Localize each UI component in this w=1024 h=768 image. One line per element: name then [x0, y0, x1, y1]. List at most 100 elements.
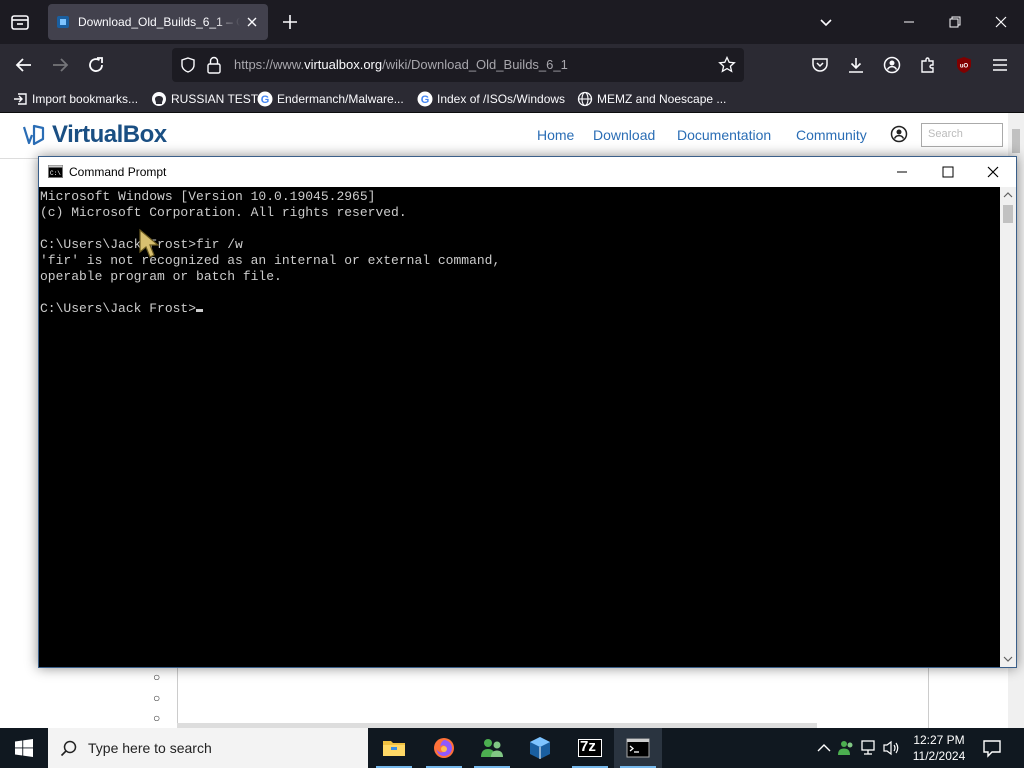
browser-tab-bar: Download_Old_Builds_6_1 – Oracle VM Virt…: [0, 0, 1024, 44]
close-tab-icon[interactable]: [244, 14, 260, 30]
notification-icon[interactable]: [980, 736, 1004, 760]
console-prompt-line: C:\Users\Jack Frost>: [40, 301, 204, 317]
bookmark-memz[interactable]: MEMZ and Noescape ...: [577, 90, 726, 108]
scroll-down-icon[interactable]: [1003, 655, 1013, 663]
ublock-origin-icon: uO: [957, 57, 971, 73]
shield-icon[interactable]: [180, 57, 196, 73]
restore-button[interactable]: [932, 0, 978, 44]
clock-time: 12:27 PM: [913, 733, 965, 747]
taskbar-app-virtualbox[interactable]: [516, 728, 564, 768]
cmd-icon: [626, 738, 650, 758]
clock-date: 11/2/2024: [912, 749, 966, 763]
import-icon: [14, 93, 27, 105]
pocket-button[interactable]: [808, 53, 832, 77]
start-button[interactable]: [0, 728, 48, 768]
nav-home[interactable]: Home: [537, 127, 574, 143]
list-all-tabs-icon[interactable]: [816, 12, 836, 32]
network-button[interactable]: [860, 738, 880, 758]
scroll-up-icon[interactable]: [1003, 191, 1013, 199]
github-icon: [152, 92, 166, 106]
forward-button[interactable]: [48, 53, 72, 77]
extensions-button[interactable]: [916, 53, 940, 77]
taskbar-app-firefox[interactable]: [420, 728, 468, 768]
volume-button[interactable]: [882, 738, 902, 758]
back-button[interactable]: [12, 53, 36, 77]
network-icon: [861, 740, 875, 755]
account-button[interactable]: [880, 53, 904, 77]
bookmark-endermanch[interactable]: G Endermanch/Malware...: [257, 90, 404, 108]
reload-button[interactable]: [84, 53, 108, 77]
taskbar-app-people[interactable]: [468, 728, 516, 768]
bookmark-import[interactable]: Import bookmarks...: [12, 90, 138, 108]
svg-text:C:\: C:\: [50, 170, 61, 177]
text-cursor: [196, 309, 204, 312]
tab-virtualbox[interactable]: Download_Old_Builds_6_1 – Oracle VM Virt…: [48, 4, 268, 40]
content-box: [177, 665, 929, 728]
pocket-icon: [812, 58, 828, 72]
url-host: virtualbox.org: [304, 57, 383, 72]
cmd-close-button[interactable]: [970, 157, 1016, 187]
cmd-scrollbar[interactable]: [1000, 187, 1016, 667]
nav-community[interactable]: Community: [796, 127, 867, 143]
site-logo[interactable]: VirtualBox: [22, 121, 167, 149]
downloads-button[interactable]: [844, 53, 868, 77]
cmd-maximize-button[interactable]: [925, 157, 971, 187]
taskbar-app-cmd[interactable]: [614, 728, 662, 768]
show-hidden-icons-button[interactable]: [814, 738, 834, 758]
taskbar-search-box[interactable]: Type here to search: [48, 728, 368, 768]
chevron-up-icon: [817, 744, 831, 752]
close-icon: [995, 16, 1007, 28]
download-icon: [849, 58, 863, 73]
site-search-input[interactable]: Search: [921, 123, 1003, 147]
file-explorer-icon: [383, 741, 405, 756]
people-icon: [481, 739, 503, 757]
lock-icon[interactable]: [206, 56, 222, 74]
minimize-icon: [897, 171, 907, 173]
account-icon: [883, 56, 901, 74]
command-prompt-window: C:\ Command Prompt Microsoft Windows [Ve…: [38, 156, 1017, 668]
desktop-screen: Download_Old_Builds_6_1 – Oracle VM Virt…: [0, 0, 1024, 768]
url-path: /wiki/Download_Old_Builds_6_1: [382, 57, 568, 72]
bookmark-star-icon[interactable]: [718, 56, 736, 74]
nav-documentation[interactable]: Documentation: [677, 127, 771, 143]
nav-download[interactable]: Download: [593, 127, 655, 143]
people-icon: [838, 741, 853, 755]
browser-nav-bar: https://www.virtualbox.org/wiki/Download…: [0, 44, 1024, 86]
7zip-label: 7z: [580, 738, 596, 755]
close-window-button[interactable]: [978, 0, 1024, 44]
cmd-scrollbar-thumb[interactable]: [1003, 205, 1013, 223]
firefox-view-button[interactable]: [8, 10, 32, 34]
taskbar-app-7zip[interactable]: 7z: [566, 728, 614, 768]
site-logo-text: VirtualBox: [52, 121, 167, 148]
virtualbox-logo-icon: [22, 124, 45, 146]
bookmark-index-isos[interactable]: G Index of /ISOs/Windows: [417, 90, 565, 108]
url-text[interactable]: https://www.virtualbox.org/wiki/Download…: [234, 57, 568, 72]
cmd-icon: C:\: [48, 165, 63, 178]
user-icon[interactable]: [890, 125, 908, 143]
globe-icon: [577, 91, 593, 107]
taskbar-app-file-explorer[interactable]: [370, 728, 418, 768]
ublock-button[interactable]: uO: [952, 53, 976, 77]
cmd-console[interactable]: Microsoft Windows [Version 10.0.19045.29…: [39, 187, 1000, 667]
arrow-right-icon: [53, 58, 69, 72]
console-line: Microsoft Windows [Version 10.0.19045.29…: [40, 189, 376, 204]
taskbar-clock[interactable]: 12:27 PM 11/2/2024: [900, 732, 978, 764]
bookmark-label: Index of /ISOs/Windows: [437, 92, 566, 106]
page-scrollbar-thumb[interactable]: [1012, 129, 1020, 153]
bookmark-label: RUSSIAN TEST: [171, 92, 259, 106]
virtualbox-favicon-icon: [57, 16, 69, 28]
new-tab-icon[interactable]: [280, 12, 300, 32]
url-bar[interactable]: https://www.virtualbox.org/wiki/Download…: [172, 48, 744, 82]
tray-people[interactable]: [836, 738, 856, 758]
google-icon: G: [417, 91, 433, 107]
cmd-minimize-button[interactable]: [879, 157, 925, 187]
bookmark-russian-test[interactable]: RUSSIAN TEST: [151, 90, 258, 108]
minimize-icon: [904, 21, 914, 23]
menu-button[interactable]: [988, 53, 1012, 77]
minimize-button[interactable]: [886, 0, 932, 44]
cmd-title-bar[interactable]: C:\ Command Prompt: [39, 157, 1016, 187]
windows-logo-icon: [15, 739, 33, 757]
maximize-icon: [942, 166, 954, 178]
close-icon: [987, 166, 999, 178]
firefox-view-icon: [11, 15, 29, 30]
